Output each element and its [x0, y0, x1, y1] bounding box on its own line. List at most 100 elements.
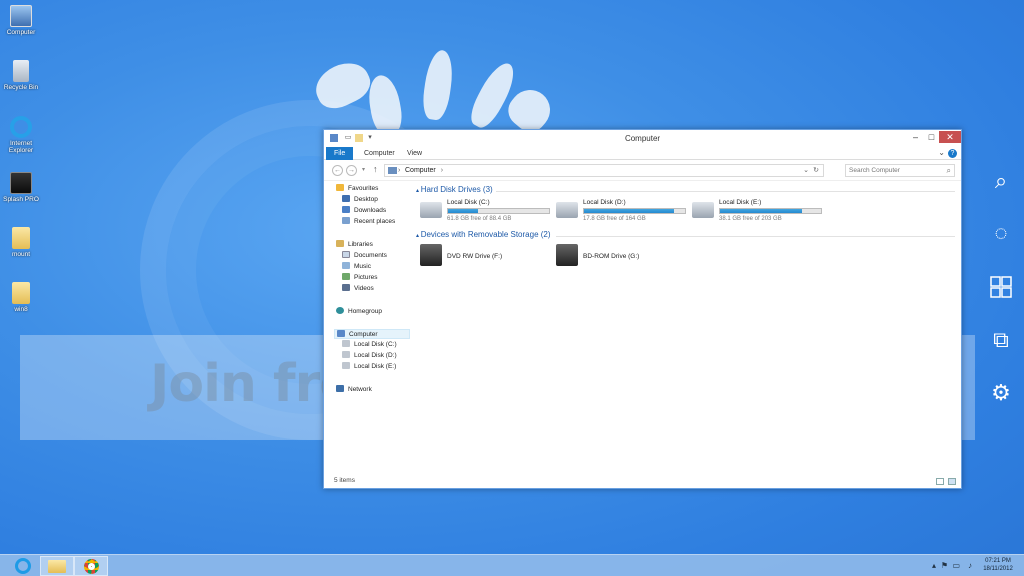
- desktop-icon-label: win8: [14, 306, 28, 313]
- desktop-icon-recycle-bin[interactable]: Recycle Bin: [2, 60, 40, 91]
- nav-computer[interactable]: Computer: [334, 329, 410, 339]
- system-clock[interactable]: 07:21 PM 18/11/2012: [978, 557, 1018, 573]
- show-hidden-icons[interactable]: ▴: [932, 561, 936, 570]
- title-bar: ▭ ▾ Computer – □ ✕: [324, 130, 961, 147]
- network-icon[interactable]: ▭: [952, 561, 960, 570]
- nav-videos[interactable]: Videos: [342, 284, 374, 294]
- desktop-icon-label: mount: [11, 251, 31, 258]
- nav-label: Local Disk (C:): [354, 341, 397, 348]
- search-placeholder: Search Computer: [849, 167, 900, 174]
- explorer-window: ▭ ▾ Computer – □ ✕ File Computer View ⌄ …: [323, 129, 962, 489]
- close-button[interactable]: ✕: [939, 131, 961, 143]
- drive-icon: [556, 202, 578, 218]
- ribbon: File Computer View ⌄ ?: [324, 147, 961, 160]
- group-title: Devices with Removable Storage (2): [420, 230, 551, 239]
- nav-documents[interactable]: Documents: [342, 251, 387, 261]
- recent-locations-icon[interactable]: ▾: [362, 166, 365, 173]
- group-hard-disks[interactable]: ▴ Hard Disk Drives (3): [416, 185, 955, 195]
- group-removable-storage[interactable]: ▴ Devices with Removable Storage (2): [416, 230, 955, 240]
- desktop-icon-label: Computer: [6, 29, 36, 36]
- star-icon: [336, 184, 344, 191]
- nav-local-disk-d[interactable]: Local Disk (D:): [342, 351, 397, 361]
- settings-charm-icon[interactable]: ⚙: [986, 378, 1016, 408]
- refresh-icon[interactable]: ↻: [813, 165, 819, 176]
- taskbar-chrome[interactable]: [74, 556, 108, 576]
- desktop-icon-win8[interactable]: win8: [2, 282, 40, 313]
- search-icon: ⌕: [946, 166, 951, 175]
- drive-icon: [342, 351, 350, 358]
- action-center-flag-icon[interactable]: ⚑: [941, 561, 948, 570]
- nav-network[interactable]: Network: [336, 385, 372, 395]
- nav-label: Favourites: [348, 185, 379, 192]
- taskbar: ▴ ⚑ ▭ ♪ 07:21 PM 18/11/2012: [0, 554, 1024, 576]
- drive-local-disk-d[interactable]: Local Disk (D:) 17.8 GB free of 164 GB: [556, 198, 688, 224]
- desktop-icon-computer[interactable]: Computer: [2, 5, 40, 36]
- navigation-pane: Favourites Desktop Downloads Recent plac…: [324, 182, 412, 472]
- tab-view[interactable]: View: [399, 147, 430, 160]
- folder-icon: [12, 227, 30, 249]
- drive-usage-fill: [584, 209, 674, 213]
- drive-local-disk-c[interactable]: Local Disk (C:) 61.8 GB free of 88.4 GB: [420, 198, 552, 224]
- forward-button[interactable]: →: [346, 165, 357, 176]
- devices-charm-icon[interactable]: ⧉: [986, 325, 1016, 355]
- nav-libraries[interactable]: Libraries: [336, 240, 373, 250]
- help-icon[interactable]: ?: [948, 149, 957, 158]
- nav-label: Downloads: [354, 207, 387, 214]
- nav-label: Recent places: [354, 218, 396, 225]
- nav-downloads[interactable]: Downloads: [342, 206, 386, 216]
- nav-label: Music: [354, 263, 371, 270]
- music-icon: [342, 262, 350, 269]
- expand-ribbon-icon[interactable]: ⌄: [938, 148, 945, 157]
- desktop-icon-internet-explorer[interactable]: Internet Explorer: [2, 116, 40, 154]
- nav-desktop[interactable]: Desktop: [342, 195, 378, 205]
- nav-label: Homegroup: [348, 308, 382, 315]
- refresh-icon[interactable]: ⌄: [803, 165, 809, 176]
- start-charm-icon[interactable]: [986, 272, 1016, 302]
- up-button[interactable]: ↑: [373, 164, 378, 174]
- search-charm-icon[interactable]: ⌕: [986, 166, 1016, 196]
- share-charm-icon[interactable]: ◌: [986, 218, 1016, 248]
- details-view-icon[interactable]: [936, 478, 944, 485]
- downloads-icon: [342, 206, 350, 213]
- tab-file[interactable]: File: [326, 147, 354, 160]
- drive-name: BD-ROM Drive (G:): [583, 253, 640, 260]
- large-icons-view-icon[interactable]: [948, 478, 956, 485]
- windows-logo-icon: [990, 276, 1012, 298]
- nav-homegroup[interactable]: Homegroup: [336, 307, 382, 317]
- maximize-button[interactable]: □: [924, 131, 939, 143]
- tab-computer[interactable]: Computer: [356, 147, 403, 160]
- nav-local-disk-e[interactable]: Local Disk (E:): [342, 362, 396, 372]
- desktop-icon-splash-pro[interactable]: Splash PRO: [2, 172, 40, 203]
- desktop-icon: [342, 195, 350, 202]
- desktop-icon-mount[interactable]: mount: [2, 227, 40, 258]
- back-button[interactable]: ←: [332, 165, 343, 176]
- taskbar-file-explorer[interactable]: [40, 556, 74, 576]
- bd-drive-icon: [556, 244, 578, 266]
- window-title: Computer: [624, 134, 661, 143]
- internet-explorer-icon: [10, 116, 32, 138]
- nav-favourites[interactable]: Favourites: [336, 184, 378, 194]
- nav-pictures[interactable]: Pictures: [342, 273, 377, 283]
- address-chevron-icon: ›: [398, 167, 401, 174]
- drive-free-space: 17.8 GB free of 164 GB: [583, 216, 646, 222]
- nav-label: Desktop: [354, 196, 378, 203]
- drive-icon: [342, 362, 350, 369]
- desktop-icon-label: Internet Explorer: [8, 140, 34, 154]
- volume-icon[interactable]: ♪: [968, 561, 972, 570]
- taskbar-internet-explorer[interactable]: [6, 556, 40, 576]
- nav-local-disk-c[interactable]: Local Disk (C:): [342, 340, 397, 350]
- drive-bd-rom[interactable]: BD-ROM Drive (G:): [556, 244, 688, 270]
- address-bar[interactable]: › Computer › ⌄ ↻: [384, 164, 824, 177]
- address-text: Computer: [405, 167, 436, 174]
- dvd-drive-icon: [420, 244, 442, 266]
- search-input[interactable]: Search Computer ⌕: [845, 164, 955, 177]
- drive-icon: [692, 202, 714, 218]
- nav-recent-places[interactable]: Recent places: [342, 217, 395, 227]
- address-chevron-icon: ›: [440, 167, 444, 174]
- drive-dvd-rw[interactable]: DVD RW Drive (F:): [420, 244, 552, 270]
- minimize-button[interactable]: –: [908, 131, 923, 143]
- drive-local-disk-e[interactable]: Local Disk (E:) 38.1 GB free of 203 GB: [692, 198, 824, 224]
- drive-name: DVD RW Drive (F:): [447, 253, 503, 260]
- nav-music[interactable]: Music: [342, 262, 371, 272]
- drive-icon: [342, 340, 350, 347]
